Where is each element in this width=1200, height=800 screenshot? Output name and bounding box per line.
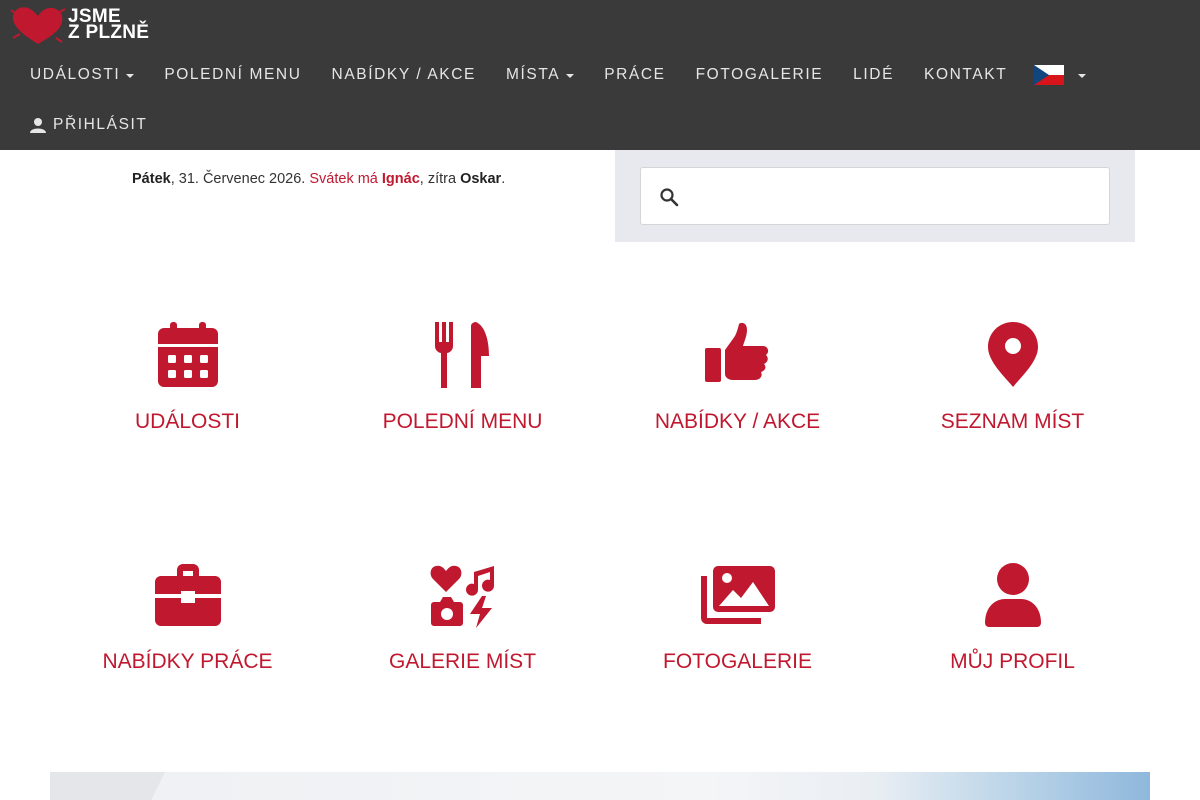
- tile-muj-profil[interactable]: MŮJ PROFIL: [875, 560, 1150, 674]
- weekday: Pátek: [132, 171, 171, 187]
- tile-poledni-menu[interactable]: POLEDNÍ MENU: [325, 320, 600, 434]
- login-link[interactable]: PŘIHLÁSIT: [15, 100, 163, 150]
- user-icon: [30, 117, 46, 133]
- nav-item-fotogalerie[interactable]: FOTOGALERIE: [681, 50, 839, 100]
- tile-label: POLEDNÍ MENU: [382, 410, 543, 433]
- date-text: , 31. Červenec 2026.: [170, 171, 310, 187]
- tile-label: NABÍDKY / AKCE: [654, 410, 821, 433]
- tile-label: FOTOGALERIE: [663, 650, 812, 673]
- tile-fotogalerie[interactable]: FOTOGALERIE: [600, 560, 875, 674]
- tile-label: NABÍDKY PRÁCE: [102, 650, 273, 673]
- user-icon: [984, 563, 1041, 627]
- tile-label: UDÁLOSTI: [134, 410, 241, 433]
- calendar-icon: [157, 322, 218, 387]
- caret-down-icon: [126, 74, 135, 78]
- nav-item-prace[interactable]: PRÁCE: [589, 50, 680, 100]
- briefcase-icon: [154, 564, 221, 626]
- nav-item-poledni-menu[interactable]: POLEDNÍ MENU: [149, 50, 316, 100]
- nameday-link[interactable]: Svátek má Ignác: [309, 171, 419, 187]
- login-nav: PŘIHLÁSIT: [15, 100, 163, 150]
- caret-down-icon: [566, 74, 575, 78]
- main-nav: UDÁLOSTI POLEDNÍ MENU NABÍDKY / AKCE MÍS…: [15, 50, 1101, 100]
- tile-seznam-mist[interactable]: SEZNAM MÍST: [875, 320, 1150, 434]
- heart-logo-icon: [10, 7, 66, 44]
- nav-item-udalosti[interactable]: UDÁLOSTI: [15, 50, 149, 100]
- czech-flag-icon: [1034, 65, 1065, 85]
- logo-line-2: Z PLZNĚ: [68, 22, 150, 43]
- tile-udalosti[interactable]: UDÁLOSTI: [50, 320, 325, 434]
- top-navbar: JSME Z PLZNĚ UDÁLOSTI POLEDNÍ MENU NABÍD…: [0, 0, 1200, 150]
- search-panel: [615, 150, 1135, 242]
- nav-item-lide[interactable]: LIDÉ: [838, 50, 909, 100]
- icons-collage-icon: [430, 565, 494, 628]
- tile-label: GALERIE MÍST: [388, 650, 537, 673]
- thumbs-up-icon: [704, 322, 768, 382]
- search-box[interactable]: [640, 167, 1110, 225]
- language-selector[interactable]: [1022, 50, 1101, 100]
- nav-item-nabidky-akce[interactable]: NABÍDKY / AKCE: [317, 50, 491, 100]
- site-logo[interactable]: JSME Z PLZNĚ: [10, 4, 160, 46]
- tile-nabidky-prace[interactable]: NABÍDKY PRÁCE: [50, 560, 325, 674]
- search-icon[interactable]: [659, 187, 679, 212]
- fork-knife-icon: [434, 322, 489, 388]
- caret-down-icon: [1078, 74, 1087, 78]
- tile-label: MŮJ PROFIL: [950, 650, 1075, 673]
- search-input[interactable]: [691, 176, 1091, 216]
- map-pin-icon: [987, 322, 1038, 387]
- tile-galerie-mist[interactable]: GALERIE MÍST: [325, 560, 600, 674]
- hero-banner-image: [50, 772, 1150, 800]
- tile-label: SEZNAM MÍST: [940, 410, 1085, 433]
- nav-item-kontakt[interactable]: KONTAKT: [909, 50, 1022, 100]
- nav-item-mista[interactable]: MÍSTA: [491, 50, 589, 100]
- photos-icon: [700, 566, 775, 624]
- tile-nabidky-akce[interactable]: NABÍDKY / AKCE: [600, 320, 875, 434]
- date-nameday-line: Pátek, 31. Červenec 2026. Svátek má Igná…: [132, 171, 506, 187]
- tomorrow-name: Oskar: [460, 171, 502, 187]
